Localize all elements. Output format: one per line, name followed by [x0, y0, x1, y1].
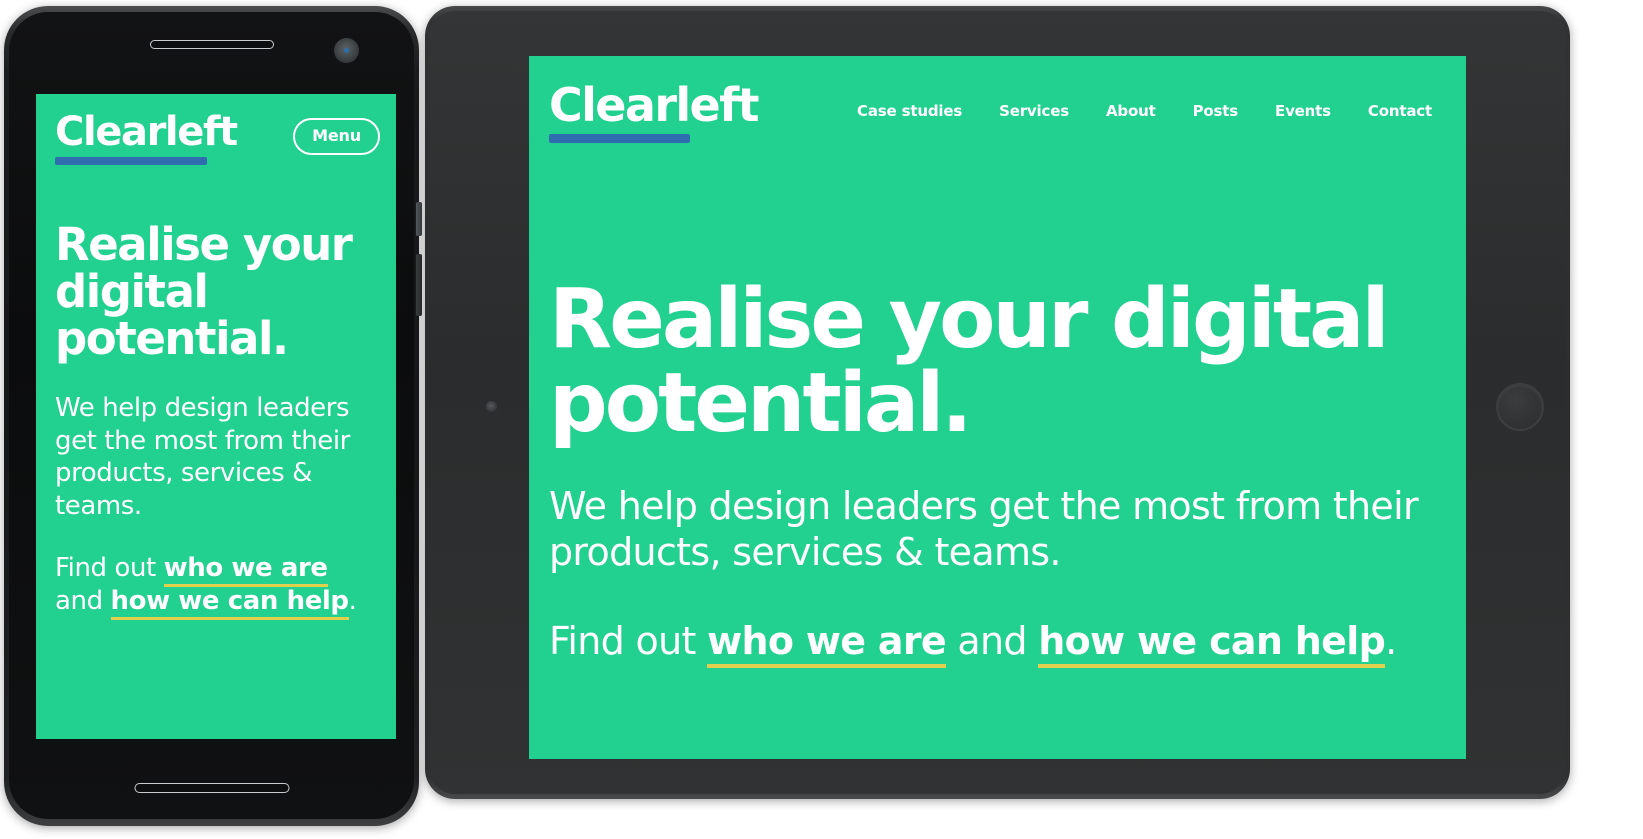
cta-link-how-we-can-help[interactable]: how we can help	[1038, 618, 1386, 668]
tablet-logo[interactable]: Clearleft	[549, 78, 760, 143]
tablet-hero: Realise your digital potential. We help …	[549, 272, 1426, 668]
cta-middle-text: and	[55, 586, 111, 617]
hero-body-copy: We help design leaders get the most from…	[55, 393, 350, 521]
logo-underline-stroke	[549, 134, 690, 143]
tablet-site-header: Clearleft Case studies Services About Po…	[549, 82, 1432, 143]
phone-page-content: Clearleft Menu Realise your digital pote…	[36, 94, 396, 739]
logo-wordmark: Clearleft	[55, 109, 238, 155]
nav-item-services[interactable]: Services	[999, 102, 1069, 120]
cta-end-text: .	[348, 586, 357, 617]
hero-cta-line: Find out who we are and how we can help.	[55, 552, 380, 621]
hero-headline: Realise your digital potential.	[55, 218, 353, 365]
tablet-device-frame: Clearleft Case studies Services About Po…	[425, 6, 1570, 799]
cta-lead-text: Find out	[55, 553, 164, 584]
cta-middle-text: and	[946, 618, 1039, 663]
phone-speaker-grille-icon	[149, 40, 274, 49]
phone-device-frame: Clearleft Menu Realise your digital pote…	[4, 6, 422, 826]
tablet-front-camera-icon	[486, 401, 497, 412]
responsive-device-showcase: Clearleft Menu Realise your digital pote…	[0, 0, 1643, 839]
phone-front-camera-icon	[334, 38, 359, 63]
tablet-screen: Clearleft Case studies Services About Po…	[529, 56, 1466, 759]
menu-button[interactable]: Menu	[293, 118, 380, 155]
hero-headline: Realise your digital potential.	[549, 272, 1390, 452]
phone-screen: Clearleft Menu Realise your digital pote…	[36, 94, 396, 739]
nav-item-posts[interactable]: Posts	[1193, 102, 1239, 120]
tablet-bezel: Clearleft Case studies Services About Po…	[429, 11, 1566, 794]
phone-site-header: Clearleft Menu	[55, 112, 380, 165]
phone-hero: Realise your digital potential. We help …	[55, 218, 380, 621]
cta-link-who-we-are[interactable]: who we are	[707, 618, 947, 668]
phone-logo[interactable]: Clearleft	[55, 109, 238, 165]
cta-link-who-we-are[interactable]: who we are	[163, 553, 328, 588]
tablet-page-content: Clearleft Case studies Services About Po…	[529, 56, 1466, 759]
hero-body-copy: We help design leaders get the most from…	[549, 483, 1419, 575]
cta-lead-text: Find out	[549, 618, 708, 663]
nav-item-about[interactable]: About	[1106, 102, 1156, 120]
phone-power-button[interactable]	[416, 254, 422, 316]
nav-item-case-studies[interactable]: Case studies	[857, 102, 962, 120]
phone-bezel: Clearleft Menu Realise your digital pote…	[9, 12, 414, 819]
hero-cta-line: Find out who we are and how we can help.	[549, 618, 1426, 668]
phone-bottom-speaker-icon	[134, 783, 289, 793]
phone-volume-button[interactable]	[416, 202, 422, 236]
nav-item-contact[interactable]: Contact	[1368, 102, 1432, 120]
logo-wordmark: Clearleft	[549, 78, 760, 132]
tablet-home-button[interactable]	[1496, 383, 1544, 431]
cta-end-text: .	[1385, 618, 1397, 663]
nav-item-events[interactable]: Events	[1275, 102, 1331, 120]
primary-navigation: Case studies Services About Posts Events…	[857, 102, 1432, 120]
logo-underline-stroke	[55, 157, 207, 165]
cta-link-how-we-can-help[interactable]: how we can help	[110, 586, 349, 621]
